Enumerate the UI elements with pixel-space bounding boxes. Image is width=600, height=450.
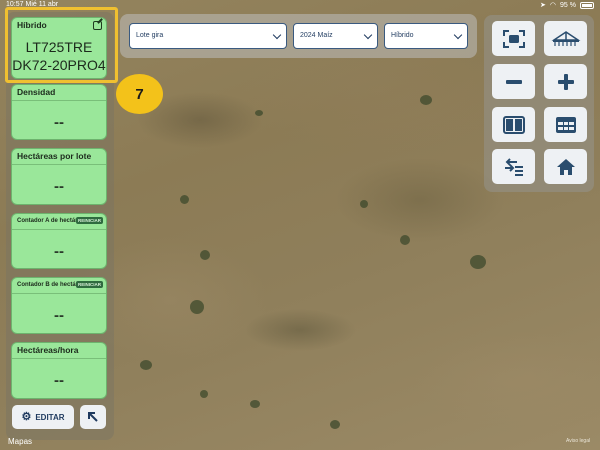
edit-button-label: EDITAR xyxy=(35,412,65,422)
map-vegetation xyxy=(420,95,432,105)
counter-b-card[interactable]: Contador B de hectáreas REINICIAR -- xyxy=(11,277,107,334)
implement-icon xyxy=(551,30,580,46)
chevron-down-icon xyxy=(363,30,373,40)
counter-a-reset-button[interactable]: REINICIAR xyxy=(75,217,103,224)
swap-list-button[interactable] xyxy=(492,149,535,184)
hectares-per-hour-value: -- xyxy=(54,372,64,389)
hectares-per-hour-card[interactable]: Hectáreas/hora -- xyxy=(11,342,107,399)
implement-button[interactable] xyxy=(544,21,587,56)
battery-percent: 95 % xyxy=(560,1,576,9)
selector-bar: Lote gira 2024 Maíz Híbrido xyxy=(120,14,477,58)
table-view-icon xyxy=(555,116,576,133)
home-button[interactable] xyxy=(544,149,587,184)
season-selector[interactable]: 2024 Maíz xyxy=(293,23,378,49)
step-number-badge: 7 xyxy=(116,74,163,114)
counter-b-value: -- xyxy=(54,307,64,324)
hectares-per-lot-title: Hectáreas por lote xyxy=(12,149,106,165)
edit-button[interactable]: ⚙ EDITAR xyxy=(12,405,74,429)
density-card-title: Densidad xyxy=(12,85,106,101)
hectares-per-lot-card[interactable]: Hectáreas por lote -- xyxy=(11,148,107,205)
counter-a-card[interactable]: Contador A de hectáreas REINICIAR -- xyxy=(11,213,107,269)
season-selector-value: 2024 Maíz xyxy=(300,32,333,39)
chevron-down-icon xyxy=(272,30,282,40)
map-vegetation xyxy=(470,255,486,269)
chevron-down-icon xyxy=(453,30,463,40)
hectares-per-lot-value: -- xyxy=(54,178,64,195)
status-indicators: ➤ ◠ 95 % xyxy=(540,1,594,9)
map-vegetation xyxy=(200,250,210,260)
arrow-up-left-icon xyxy=(88,412,98,422)
hybrid-card-highlight xyxy=(5,7,118,83)
counter-a-value: -- xyxy=(54,243,64,260)
hectares-per-hour-title: Hectáreas/hora xyxy=(12,343,106,359)
zoom-in-icon xyxy=(557,73,574,90)
map-vegetation xyxy=(330,420,340,429)
zoom-in-button[interactable] xyxy=(544,64,587,99)
counter-b-reset-button[interactable]: REINICIAR xyxy=(75,281,103,288)
fit-screen-button[interactable] xyxy=(492,21,535,56)
lot-selector-value: Lote gira xyxy=(136,32,164,39)
map-vegetation xyxy=(190,300,204,314)
maps-attribution-text: Mapas xyxy=(8,437,33,446)
table-view-button[interactable] xyxy=(544,107,587,142)
fit-screen-icon xyxy=(502,29,525,48)
hybrid-selector[interactable]: Híbrido xyxy=(384,23,468,49)
map-vegetation xyxy=(250,400,260,408)
zoom-out-icon xyxy=(505,79,522,84)
map-vegetation xyxy=(400,235,410,245)
map-vegetation xyxy=(200,390,208,398)
density-value: -- xyxy=(54,114,64,131)
wifi-icon: ◠ xyxy=(549,2,557,9)
expand-panel-button[interactable] xyxy=(80,405,106,429)
map-vegetation xyxy=(255,110,263,116)
zoom-out-button[interactable] xyxy=(492,64,535,99)
swap-list-icon xyxy=(504,157,523,176)
location-icon: ➤ xyxy=(540,2,546,9)
density-card[interactable]: Densidad -- xyxy=(11,84,107,140)
split-view-button[interactable] xyxy=(492,107,535,142)
home-icon xyxy=(556,158,575,175)
map-vegetation xyxy=(360,200,368,208)
map-vegetation xyxy=(180,195,189,204)
battery-icon xyxy=(580,1,594,9)
map-vegetation xyxy=(140,360,152,370)
gear-icon: ⚙ xyxy=(21,410,32,423)
hybrid-selector-value: Híbrido xyxy=(391,32,414,39)
lot-selector[interactable]: Lote gira xyxy=(129,23,287,49)
split-view-icon xyxy=(502,115,525,134)
legal-link[interactable]: Aviso legal xyxy=(566,438,590,444)
maps-attribution: Mapas xyxy=(8,437,32,446)
